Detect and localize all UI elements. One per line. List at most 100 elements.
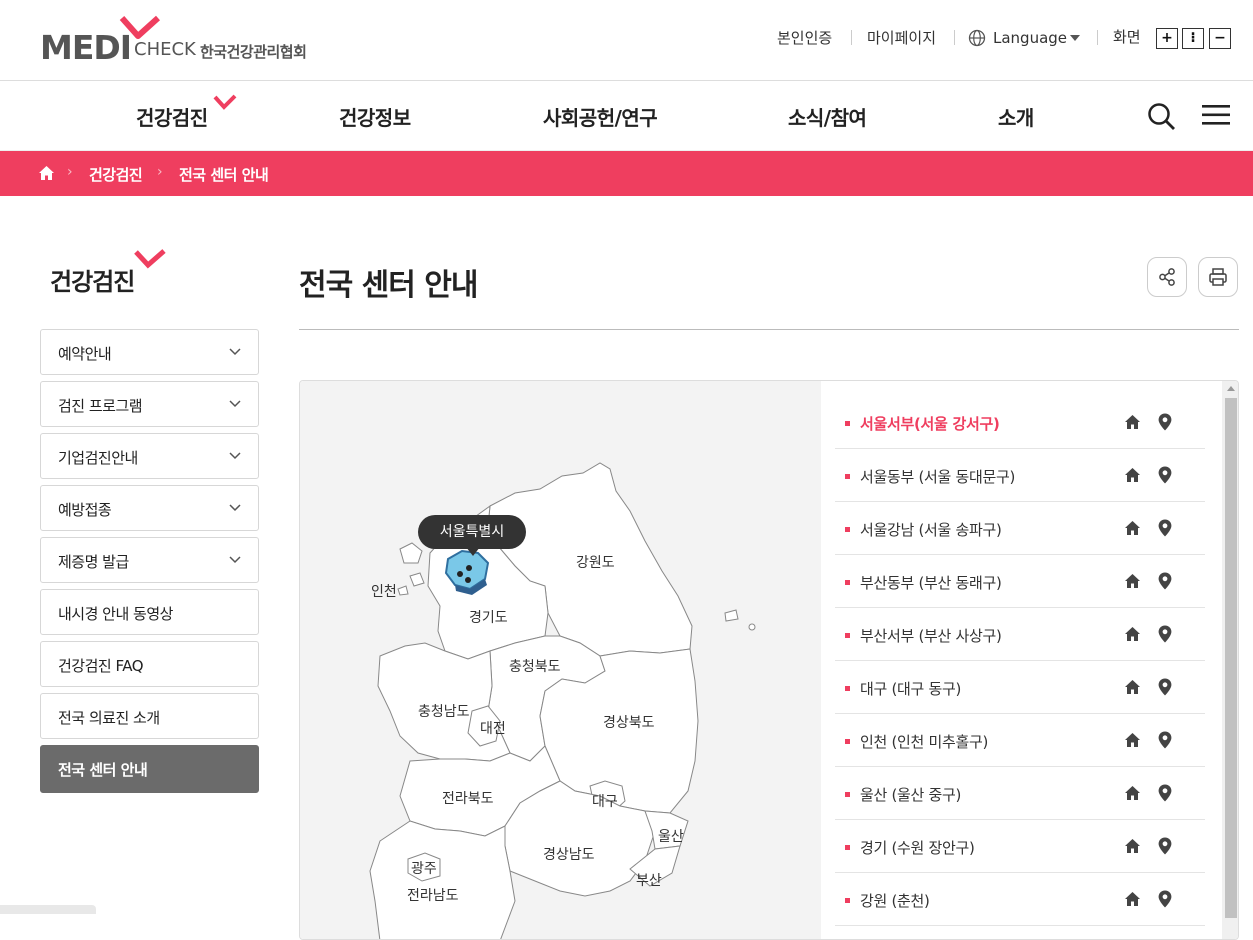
home-icon[interactable] xyxy=(38,165,55,181)
center-name[interactable]: 서울강남 (서울 송파구) xyxy=(860,519,1002,540)
home-icon[interactable] xyxy=(1124,467,1141,483)
home-icon[interactable] xyxy=(1124,573,1141,589)
bullet xyxy=(845,580,850,585)
bullet xyxy=(845,633,850,638)
map-pin-icon[interactable] xyxy=(1158,890,1172,908)
center-item[interactable]: 부산동부 (부산 동래구) xyxy=(835,555,1205,608)
home-icon[interactable] xyxy=(1124,891,1141,907)
sidebar-item[interactable]: 건강검진 FAQ xyxy=(40,641,259,687)
korea-map-svg: 인천 강원도 경기도 충청북도 충청남도 대전 경상북도 전라북도 대구 울산 … xyxy=(369,462,756,940)
sidebar-item[interactable]: 검진 프로그램 xyxy=(40,381,259,427)
zoom-reset-button[interactable]: ⁝ xyxy=(1182,28,1204,49)
sidebar-item-label: 기업검진안내 xyxy=(58,449,138,467)
center-item[interactable]: 인천 (인천 미추홀구) xyxy=(835,714,1205,767)
sidebar-item[interactable]: 제증명 발급 xyxy=(40,537,259,583)
map-label: 경기도 xyxy=(469,610,508,626)
home-icon[interactable] xyxy=(1124,414,1141,430)
center-item[interactable]: 울산 (울산 중구) xyxy=(835,767,1205,820)
gnb-health-checkup[interactable]: 건강검진 xyxy=(136,102,208,131)
center-name[interactable]: 부산서부 (부산 사상구) xyxy=(860,625,1002,646)
scrollbar-thumb[interactable] xyxy=(1225,398,1237,918)
map-pin-icon[interactable] xyxy=(1158,784,1172,802)
map-pin-icon[interactable] xyxy=(1158,466,1172,484)
divider xyxy=(851,30,852,45)
map-label: 광주 xyxy=(411,861,437,877)
center-item[interactable]: 부산서부 (부산 사상구) xyxy=(835,608,1205,661)
sidebar-item-label: 전국 센터 안내 xyxy=(58,761,148,779)
chevron-down-icon xyxy=(229,348,241,356)
center-item[interactable]: 대구 (대구 동구) xyxy=(835,661,1205,714)
gnb-about[interactable]: 소개 xyxy=(998,102,1034,131)
home-icon[interactable] xyxy=(1124,679,1141,695)
map-pin-icon[interactable] xyxy=(1158,731,1172,749)
globe-icon xyxy=(968,29,986,47)
sidebar-item[interactable]: 예방접종 xyxy=(40,485,259,531)
map-marker xyxy=(465,577,471,583)
sidebar-item[interactable]: 내시경 안내 동영상 xyxy=(40,589,259,635)
sidebar-item-label: 건강검진 FAQ xyxy=(58,657,144,675)
bullet xyxy=(845,474,850,479)
map-pin-icon[interactable] xyxy=(1158,413,1172,431)
map-marker xyxy=(466,565,472,571)
center-name[interactable]: 울산 (울산 중구) xyxy=(860,784,961,805)
home-icon[interactable] xyxy=(1124,520,1141,536)
breadcrumb-separator: › xyxy=(157,164,163,180)
site-logo[interactable]: MEDI CHECK 한국건강관리협회 xyxy=(40,14,330,67)
center-name[interactable]: 서울서부(서울 강서구) xyxy=(860,413,1000,434)
bullet xyxy=(845,792,850,797)
center-item[interactable]: 강원 (춘천) xyxy=(835,873,1205,926)
scroll-up-arrow[interactable] xyxy=(1227,386,1235,391)
home-icon[interactable] xyxy=(1124,838,1141,854)
top-header: MEDI CHECK 한국건강관리협회 본인인증 마이페이지 Language … xyxy=(0,0,1253,81)
sidebar-item-label: 검진 프로그램 xyxy=(58,397,143,415)
center-item[interactable]: 서울서부(서울 강서구) xyxy=(835,396,1205,449)
map-label: 경상북도 xyxy=(603,715,655,731)
map-pin-icon[interactable] xyxy=(1158,837,1172,855)
sidebar-item[interactable]: 예약안내 xyxy=(40,329,259,375)
center-name[interactable]: 서울동부 (서울 동대문구) xyxy=(860,466,1015,487)
breadcrumb-item[interactable]: 건강검진 xyxy=(89,164,143,185)
sidebar-item[interactable]: 기업검진안내 xyxy=(40,433,259,479)
sidebar-title: 건강검진 xyxy=(50,268,135,296)
map-region-incheon[interactable] xyxy=(399,542,423,564)
zoom-out-button[interactable]: − xyxy=(1209,28,1231,49)
center-item[interactable]: 경기 (수원 장안구) xyxy=(835,820,1205,873)
verify-link[interactable]: 본인인증 xyxy=(777,27,832,49)
gnb-health-info[interactable]: 건강정보 xyxy=(339,102,411,131)
share-button[interactable] xyxy=(1147,257,1187,297)
map-region-jeonnam[interactable] xyxy=(369,820,516,940)
home-icon[interactable] xyxy=(1124,785,1141,801)
map-tooltip: 서울특별시 xyxy=(418,515,526,549)
page-title: 전국 센터 안내 xyxy=(299,268,478,303)
map-label: 울산 xyxy=(658,829,684,845)
print-button[interactable] xyxy=(1198,257,1238,297)
sidebar-item[interactable]: 전국 의료진 소개 xyxy=(40,693,259,739)
map-pin-icon[interactable] xyxy=(1158,625,1172,643)
map-pin-icon[interactable] xyxy=(1158,678,1172,696)
mypage-link[interactable]: 마이페이지 xyxy=(867,27,936,49)
home-icon[interactable] xyxy=(1124,626,1141,642)
center-item[interactable]: 서울강남 (서울 송파구) xyxy=(835,502,1205,555)
chevron-down-icon xyxy=(229,400,241,408)
center-name[interactable]: 부산동부 (부산 동래구) xyxy=(860,572,1002,593)
center-item[interactable]: 서울동부 (서울 동대문구) xyxy=(835,449,1205,502)
zoom-in-button[interactable]: + xyxy=(1156,28,1178,49)
sidebar-item[interactable]: 전국 센터 안내 xyxy=(40,745,259,793)
center-name[interactable]: 대구 (대구 동구) xyxy=(860,678,961,699)
map-island xyxy=(397,585,409,596)
center-name[interactable]: 경기 (수원 장안구) xyxy=(860,837,975,858)
status-bar xyxy=(0,905,96,914)
caret-down-icon xyxy=(1070,35,1080,41)
search-icon[interactable] xyxy=(1147,102,1177,132)
center-name[interactable]: 강원 (춘천) xyxy=(860,890,930,911)
hamburger-icon[interactable] xyxy=(1202,104,1230,126)
center-name[interactable]: 인천 (인천 미추홀구) xyxy=(860,731,988,752)
home-icon[interactable] xyxy=(1124,732,1141,748)
chevron-down-icon xyxy=(229,504,241,512)
bullet xyxy=(845,421,850,426)
map-pin-icon[interactable] xyxy=(1158,519,1172,537)
map-pin-icon[interactable] xyxy=(1158,572,1172,590)
language-label: Language xyxy=(993,29,1068,47)
gnb-social-research[interactable]: 사회공헌/연구 xyxy=(543,102,658,131)
gnb-news[interactable]: 소식/참여 xyxy=(788,102,867,131)
